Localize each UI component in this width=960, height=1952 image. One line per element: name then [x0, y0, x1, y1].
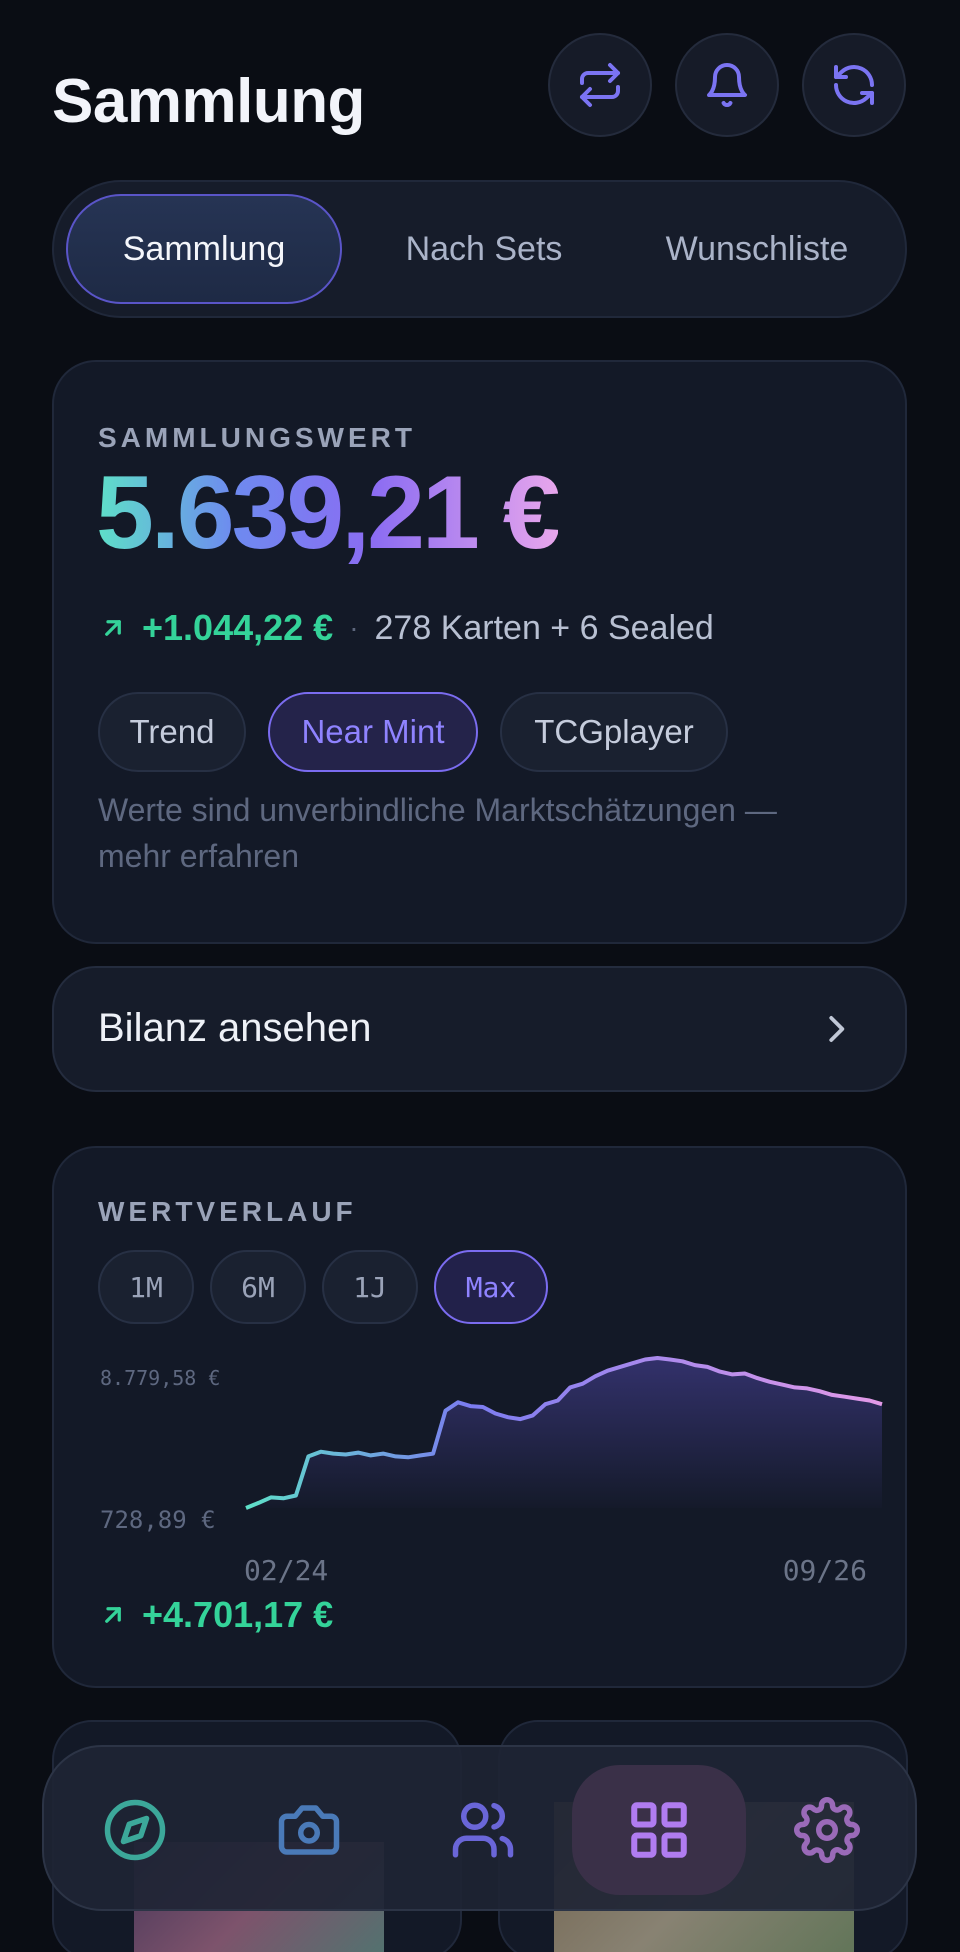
settings-icon: [794, 1797, 860, 1863]
refresh-button[interactable]: [802, 33, 906, 137]
collection-value: 5.639,21 €: [96, 455, 561, 571]
history-delta-row: +4.701,17 €: [98, 1594, 333, 1636]
tab-nach-sets[interactable]: Nach Sets: [354, 194, 614, 304]
history-change-amount: +4.701,17 €: [142, 1594, 334, 1635]
value-chart: [245, 1356, 883, 1510]
range-max[interactable]: Max: [434, 1250, 548, 1324]
notifications-button[interactable]: [675, 33, 779, 137]
chart-x-end: 09/26: [782, 1554, 867, 1587]
value-change-amount: +1.044,22 €: [142, 607, 334, 648]
nav-settings[interactable]: [740, 1765, 914, 1895]
range-1j[interactable]: 1J: [322, 1250, 418, 1324]
nav-friends[interactable]: [396, 1765, 570, 1895]
range-1m[interactable]: 1M: [98, 1250, 194, 1324]
nav-explore[interactable]: [48, 1765, 222, 1895]
bell-icon: [707, 63, 747, 107]
chip-tcgplayer[interactable]: TCGplayer: [500, 692, 728, 772]
tab-wunschliste[interactable]: Wunschliste: [626, 194, 888, 304]
swap-button[interactable]: [548, 33, 652, 137]
card-count: 278 Karten + 6 Sealed: [374, 608, 714, 647]
nav-collection[interactable]: [572, 1765, 746, 1895]
chart-y-max: 8.779,58 €: [100, 1366, 221, 1390]
arrow-up-right-icon: [105, 620, 121, 636]
view-segmented-control: Sammlung Nach Sets Wunschliste: [52, 180, 907, 318]
compass-icon: [104, 1799, 166, 1861]
arrow-up-right-icon: [105, 1607, 121, 1623]
bottom-nav: [42, 1745, 917, 1911]
history-eyebrow: WERTVERLAUF: [98, 1196, 357, 1227]
users-icon: [452, 1802, 514, 1858]
chart-y-min: 728,89 €: [100, 1506, 216, 1534]
tab-sammlung[interactable]: Sammlung: [66, 194, 342, 304]
history-change: +4.701,17 €: [98, 1594, 333, 1636]
range-6m[interactable]: 6M: [210, 1250, 306, 1324]
value-history-card: WERTVERLAUF 1M 6M 1J Max 8.779,58 € 728,…: [52, 1146, 907, 1688]
grid-icon: [631, 1802, 687, 1858]
page-title: Sammlung: [52, 67, 365, 136]
separator-dot: ·: [349, 612, 359, 643]
chip-trend[interactable]: Trend: [98, 692, 246, 772]
camera-icon: [278, 1805, 340, 1855]
swap-arrows-icon: [580, 63, 620, 107]
value-delta-row: +1.044,22 € · 278 Karten + 6 Sealed: [98, 607, 714, 649]
bilanz-label: Bilanz ansehen: [98, 1006, 372, 1050]
bilanz-button[interactable]: Bilanz ansehen: [52, 966, 907, 1092]
nav-scan[interactable]: [222, 1765, 396, 1895]
chart-area-fill: [246, 1358, 882, 1508]
chevron-right-icon: [829, 1016, 845, 1042]
chart-x-start: 02/24: [244, 1554, 329, 1587]
collection-value-card: SAMMLUNGSWERT 5.639,21 € +1.044,22 € · 2…: [52, 360, 907, 944]
refresh-icon: [834, 65, 874, 105]
value-disclaimer-link[interactable]: Werte sind unverbindliche Marktschätzung…: [98, 787, 858, 879]
value-change: +1.044,22 €: [98, 607, 333, 649]
value-eyebrow: SAMMLUNGSWERT: [98, 422, 416, 453]
chip-near-mint[interactable]: Near Mint: [268, 692, 478, 772]
